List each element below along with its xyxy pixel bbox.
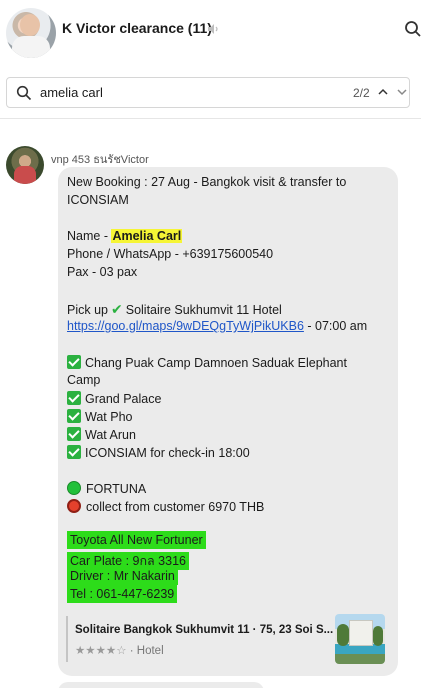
search-icon[interactable] bbox=[404, 20, 421, 38]
driver-name: Driver : Mr Nakarin bbox=[67, 567, 178, 585]
search-highlight: Amelia Carl bbox=[111, 229, 183, 243]
chevron-up-icon[interactable] bbox=[377, 86, 389, 98]
sender-avatar[interactable] bbox=[6, 146, 44, 184]
next-message-bubble[interactable] bbox=[58, 682, 264, 688]
chat-header: K Victor clearance (11) bbox=[0, 0, 421, 60]
checkbox-checked-icon bbox=[67, 391, 81, 405]
map-link[interactable]: https://goo.gl/maps/9wDEQgTyWjPikUKB6 bbox=[67, 319, 304, 333]
sender-name: vnp 453 ธนรัชVictor bbox=[51, 154, 149, 166]
preview-rating: ★★★★☆ · Hotel bbox=[75, 643, 164, 657]
vehicle-tag: FORTUNA bbox=[86, 482, 147, 496]
checkbox-checked-icon bbox=[67, 355, 81, 369]
group-avatar[interactable] bbox=[6, 8, 56, 58]
pax-line: Pax - 03 pax bbox=[67, 265, 138, 279]
preview-title: Solitaire Bangkok Sukhumvit 11 · 75, 23 … bbox=[75, 624, 334, 636]
chat-title[interactable]: K Victor clearance (11) bbox=[62, 20, 212, 36]
itinerary-text: Grand Palace bbox=[85, 392, 162, 406]
message-search-bar: 2/2 bbox=[6, 77, 410, 108]
star-rating-icon: ★★★★☆ bbox=[75, 645, 127, 657]
collect-text: collect from customer 6970 THB bbox=[86, 500, 265, 514]
message-line: ICONSIAM bbox=[67, 193, 129, 207]
itinerary-text: Wat Arun bbox=[85, 428, 136, 442]
pickup-label: Pick up bbox=[67, 303, 108, 317]
driver-tel: Tel : 061-447-6239 bbox=[67, 585, 178, 603]
itinerary-item-continued: Camp bbox=[67, 373, 101, 387]
search-input[interactable] bbox=[40, 85, 320, 100]
pickup-place: Solitaire Sukhumvit 11 Hotel bbox=[125, 303, 282, 317]
tel-line: Tel : 061-447-6239 bbox=[67, 585, 178, 603]
car-model-line: Toyota All New Fortuner bbox=[67, 531, 206, 549]
message-line: New Booking : 27 Aug - Bangkok visit & t… bbox=[67, 175, 347, 189]
search-icon bbox=[16, 85, 32, 101]
itinerary-item: ICONSIAM for check-in 18:00 bbox=[67, 445, 250, 460]
phone-line: Phone / WhatsApp - +639175600540 bbox=[67, 247, 274, 261]
check-mark-icon: ✔ bbox=[111, 301, 123, 317]
itinerary-item: Chang Puak Camp Damnoen Saduak Elephant bbox=[67, 355, 347, 370]
speaker-muted-icon bbox=[208, 24, 218, 34]
checkbox-checked-icon bbox=[67, 427, 81, 441]
link-preview-card[interactable]: Solitaire Bangkok Sukhumvit 11 · 75, 23 … bbox=[66, 614, 386, 666]
checkbox-checked-icon bbox=[67, 409, 81, 423]
driver-line: Driver : Mr Nakarin bbox=[67, 567, 178, 585]
itinerary-text: Wat Pho bbox=[85, 410, 133, 424]
car-model: Toyota All New Fortuner bbox=[67, 531, 206, 549]
collect-line: collect from customer 6970 THB bbox=[67, 499, 264, 514]
itinerary-item: Wat Arun bbox=[67, 427, 136, 442]
pickup-time: - 07:00 am bbox=[303, 319, 368, 333]
chevron-down-icon[interactable] bbox=[396, 86, 408, 98]
name-label: Name - bbox=[67, 229, 112, 243]
divider bbox=[0, 118, 421, 119]
red-circle-icon bbox=[67, 499, 81, 513]
hotel-thumbnail[interactable] bbox=[335, 614, 385, 664]
vehicle-line: FORTUNA bbox=[67, 481, 146, 496]
green-circle-icon bbox=[67, 481, 81, 495]
itinerary-item: Grand Palace bbox=[67, 391, 161, 406]
preview-accent-bar bbox=[66, 616, 68, 662]
pickup-line: Pick up ✔ Solitaire Sukhumvit 11 Hotel bbox=[67, 301, 282, 318]
customer-name-line: Name - Amelia Carl bbox=[67, 229, 183, 243]
itinerary-text: ICONSIAM for check-in 18:00 bbox=[85, 446, 250, 460]
map-line: https://goo.gl/maps/9wDEQgTyWjPikUKB6 - … bbox=[67, 319, 367, 333]
itinerary-item: Wat Pho bbox=[67, 409, 132, 424]
checkbox-checked-icon bbox=[67, 445, 81, 459]
itinerary-text: Chang Puak Camp Damnoen Saduak Elephant bbox=[85, 356, 347, 370]
match-counter: 2/2 bbox=[353, 86, 370, 100]
preview-category: · Hotel bbox=[126, 645, 164, 657]
